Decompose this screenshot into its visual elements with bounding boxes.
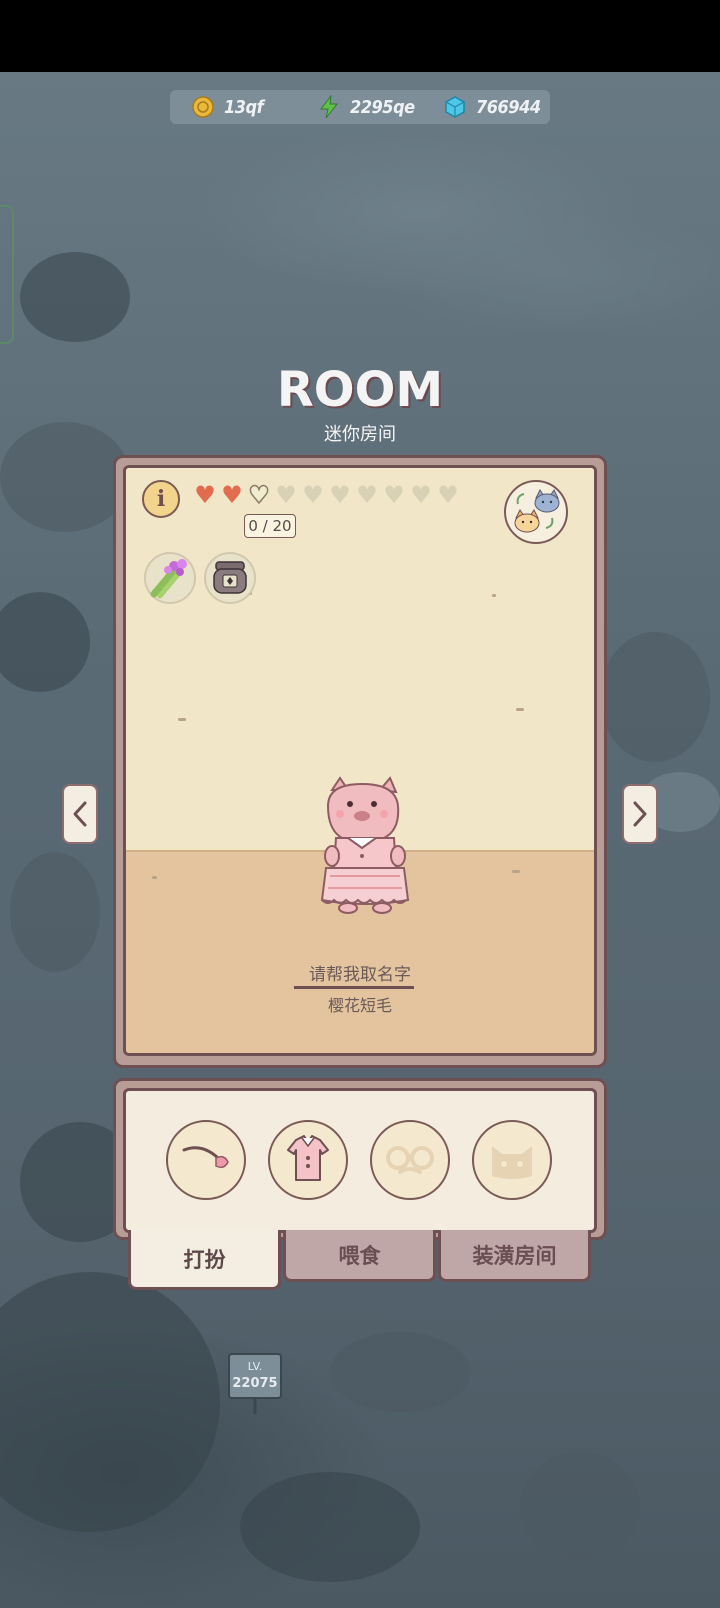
level-sign-value: 22075 bbox=[232, 1376, 278, 1391]
next-pet-button[interactable] bbox=[622, 784, 658, 844]
heart-empty-icon: ♥ bbox=[410, 481, 432, 509]
gem-value: 766944 bbox=[476, 96, 541, 118]
heart-current-icon: ♥ bbox=[247, 481, 270, 509]
tab-feed[interactable]: 喂食 bbox=[283, 1230, 436, 1282]
chevron-left-icon bbox=[73, 801, 87, 827]
coin-icon bbox=[192, 96, 214, 118]
name-underline bbox=[294, 986, 414, 989]
heart-empty-icon: ♥ bbox=[275, 481, 297, 509]
room-view: i ♥ ♥ ♥ ♥ ♥ ♥ ♥ ♥ ♥ ♥ 0 / 20 请帮我取名字 樱花短毛 bbox=[123, 465, 597, 1056]
jar-icon bbox=[213, 561, 247, 594]
glasses-icon bbox=[386, 1146, 434, 1174]
energy-value: 2295qe bbox=[350, 96, 415, 118]
coin-counter[interactable]: 13qf bbox=[192, 90, 264, 124]
celery-item[interactable] bbox=[144, 552, 196, 604]
gem-cube-icon bbox=[444, 96, 466, 118]
pink-dress-icon bbox=[287, 1135, 329, 1181]
page-title: ROOM bbox=[276, 362, 444, 418]
cat-hat-icon bbox=[492, 1146, 532, 1179]
page-subtitle: 迷你房间 bbox=[324, 424, 396, 445]
heart-empty-icon: ♥ bbox=[383, 481, 405, 509]
gem-counter[interactable]: 766944 bbox=[444, 90, 541, 124]
side-panel-edge bbox=[0, 205, 14, 344]
coin-value: 13qf bbox=[224, 96, 264, 118]
heart-progress-label: 0 / 20 bbox=[244, 514, 296, 538]
heart-empty-icon: ♥ bbox=[329, 481, 351, 509]
switch-pet-button[interactable] bbox=[504, 480, 568, 544]
pet-sakura-shorthair bbox=[320, 776, 410, 914]
hair-accessory-button[interactable] bbox=[166, 1120, 246, 1200]
glasses-button[interactable] bbox=[370, 1120, 450, 1200]
outfit-button[interactable] bbox=[268, 1120, 348, 1200]
heart-empty-icon: ♥ bbox=[437, 481, 459, 509]
heart-full-icon: ♥ bbox=[194, 481, 216, 509]
feather-clip-icon bbox=[182, 1146, 229, 1169]
level-sign[interactable]: LV. 22075 bbox=[228, 1352, 282, 1414]
resource-bar: 13qf 2295qe 766944 bbox=[170, 90, 550, 124]
status-bar bbox=[0, 0, 720, 72]
info-button[interactable]: i bbox=[142, 480, 180, 518]
hat-button[interactable] bbox=[472, 1120, 552, 1200]
lightning-icon bbox=[318, 95, 340, 119]
heart-empty-icon: ♥ bbox=[356, 481, 378, 509]
previous-pet-button[interactable] bbox=[62, 784, 98, 844]
switch-cats-icon bbox=[514, 489, 560, 533]
tab-decorate-room[interactable]: 装潢房间 bbox=[438, 1230, 591, 1282]
pet-breed-label: 樱花短毛 bbox=[327, 996, 392, 1015]
name-pet-prompt[interactable]: 请帮我取名字 bbox=[126, 960, 594, 985]
jar-item[interactable] bbox=[204, 552, 256, 604]
affection-hearts: ♥ ♥ ♥ ♥ ♥ ♥ ♥ ♥ ♥ ♥ bbox=[192, 481, 461, 509]
tab-dress-up[interactable]: 打扮 bbox=[128, 1230, 281, 1290]
chevron-right-icon bbox=[633, 801, 647, 827]
pet-character[interactable] bbox=[310, 776, 420, 916]
energy-counter[interactable]: 2295qe bbox=[318, 90, 415, 124]
level-sign-lv: LV. bbox=[247, 1360, 263, 1373]
heart-full-icon: ♥ bbox=[221, 481, 243, 509]
heart-empty-icon: ♥ bbox=[302, 481, 324, 509]
celery-flower-icon bbox=[150, 559, 187, 599]
